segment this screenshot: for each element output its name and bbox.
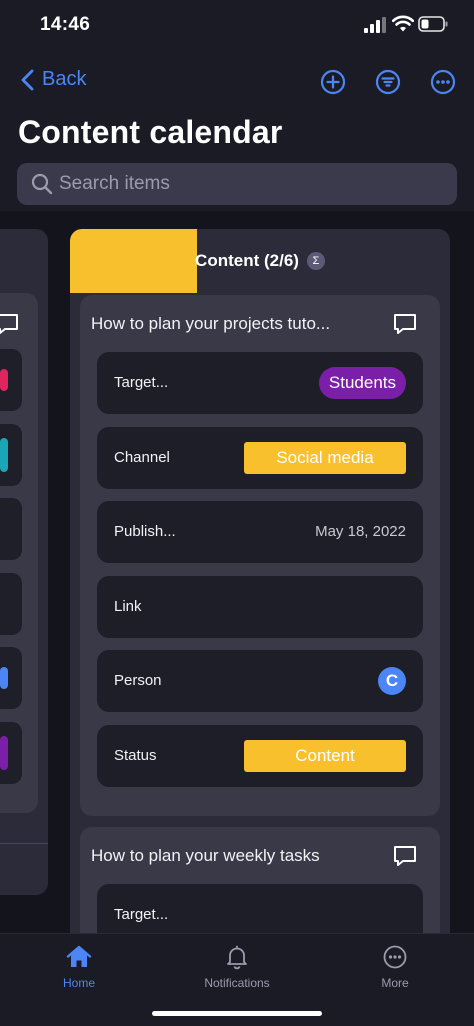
tab-label: Notifications [204, 976, 270, 990]
search-placeholder: Search items [59, 173, 170, 194]
comment-icon[interactable] [392, 311, 418, 337]
search-icon [31, 173, 53, 195]
field-label: Channel [114, 449, 170, 466]
battery-icon [418, 16, 448, 32]
field-label: Person [114, 672, 162, 689]
back-label: Back [42, 68, 87, 90]
target-tag[interactable]: Students [318, 367, 406, 399]
field-target[interactable]: Target... [97, 884, 423, 933]
tab-label: More [381, 976, 409, 990]
field-partial[interactable] [0, 349, 22, 411]
comment-icon[interactable] [392, 843, 418, 869]
bell-icon [227, 945, 247, 970]
filter-icon[interactable] [375, 69, 401, 95]
column-header[interactable]: Content (2/6) Σ [70, 229, 450, 293]
card-partial[interactable] [0, 293, 38, 813]
status-bar: 14:46 [0, 0, 474, 52]
search-input[interactable]: Search items [17, 163, 457, 205]
wifi-icon [392, 15, 414, 32]
tab-notifications[interactable]: Notifications [187, 944, 287, 990]
tab-home[interactable]: Home [29, 944, 129, 990]
field-label: Publish... [114, 523, 176, 540]
home-indicator [152, 1011, 322, 1016]
cellular-signal-icon [364, 17, 386, 33]
field-channel[interactable]: Channel Social media [97, 427, 423, 489]
channel-tag[interactable]: Social media [244, 442, 406, 474]
tab-label: Home [62, 976, 95, 990]
card-title: How to plan your projects tuto... [91, 314, 331, 333]
field-status[interactable]: Status Content [97, 725, 423, 787]
card-title: How to plan your weekly tasks [91, 846, 320, 865]
board-column-previous[interactable] [0, 229, 48, 895]
field-partial[interactable] [0, 573, 22, 635]
avatar[interactable]: C [378, 667, 406, 695]
back-button[interactable]: Back [20, 68, 86, 91]
field-link[interactable]: Link [97, 576, 423, 638]
divider [0, 843, 48, 844]
field-label: Target... [114, 374, 169, 391]
board-column-content[interactable]: Content (2/6) Σ How to plan your project… [70, 229, 450, 933]
field-partial[interactable] [0, 424, 22, 486]
field-person[interactable]: Person C [97, 650, 423, 712]
field-label: Status [114, 747, 157, 764]
field-partial[interactable] [0, 498, 22, 560]
navigation-bar: Back [0, 60, 474, 104]
field-label: Target... [114, 906, 169, 923]
field-publish-date[interactable]: Publish... May 18, 2022 [97, 501, 423, 563]
field-partial[interactable] [0, 647, 22, 709]
status-time: 14:46 [40, 14, 91, 35]
more-options-icon[interactable] [430, 69, 456, 95]
more-icon [383, 945, 407, 969]
sigma-badge[interactable]: Σ [306, 252, 325, 270]
content-card[interactable]: How to plan your projects tuto... Target… [80, 295, 440, 816]
chevron-left-icon [21, 69, 34, 90]
tab-more[interactable]: More [345, 944, 445, 990]
content-card[interactable]: How to plan your weekly tasks Target... [80, 827, 440, 933]
field-partial[interactable] [0, 722, 22, 784]
kanban-board[interactable]: Content (2/6) Σ How to plan your project… [0, 211, 474, 933]
field-target[interactable]: Target... Students [97, 352, 423, 414]
publish-date-value: May 18, 2022 [315, 523, 406, 540]
add-icon[interactable] [320, 69, 346, 95]
status-tag[interactable]: Content [244, 740, 406, 772]
field-label: Link [114, 598, 142, 615]
home-icon [66, 945, 92, 967]
page-title: Content calendar [18, 114, 283, 150]
comment-icon[interactable] [0, 311, 20, 337]
column-title: Content (2/6) [195, 251, 299, 270]
